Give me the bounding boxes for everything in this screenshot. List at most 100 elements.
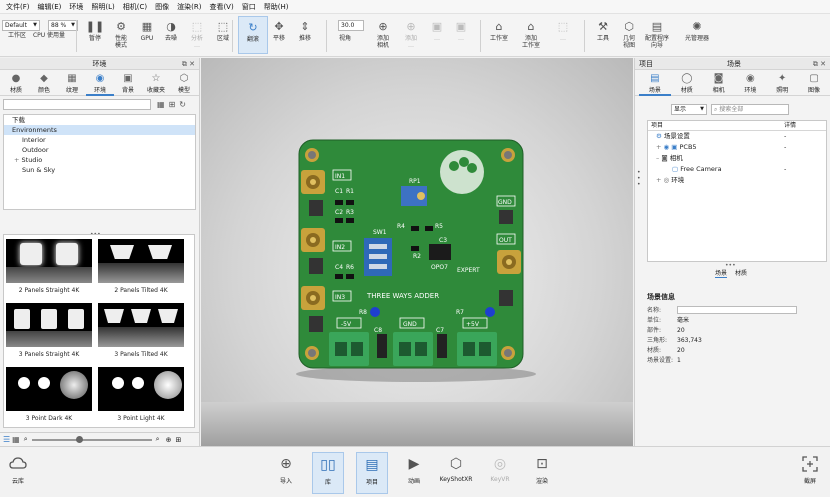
menu-item-3[interactable]: 照明(L) bbox=[87, 2, 118, 12]
bottom-button-4[interactable]: ⬡ KeyShotXR bbox=[440, 452, 473, 494]
silk-gnd: GND bbox=[403, 321, 417, 328]
thumb-3-point-dark[interactable]: 3 Point Dark 4K bbox=[6, 367, 92, 427]
toolbar-button-16[interactable]: ⌂ 工作室 bbox=[484, 16, 514, 54]
tree-row-cameras[interactable]: – ◙ 相机 bbox=[648, 153, 826, 164]
project-tab-4[interactable]: ✦ 照明 bbox=[766, 70, 798, 96]
panel-controls[interactable]: ⧉ ✕ bbox=[182, 58, 195, 70]
fov-input[interactable]: 30.0 bbox=[338, 20, 364, 31]
project-tab-1[interactable]: ◯ 材质 bbox=[671, 70, 703, 96]
tree-row-environment[interactable]: + ◎ 环境 bbox=[648, 175, 826, 186]
tree-item-interior[interactable]: Interior bbox=[4, 135, 195, 145]
info-row-scene-sets: 场景设置: 1 bbox=[647, 357, 681, 364]
panel-controls[interactable]: ⧉ ✕ bbox=[813, 58, 826, 70]
library-tab-3[interactable]: ◉ 环境 bbox=[86, 70, 114, 96]
toolbar-icon-16: ⌂ bbox=[495, 19, 503, 33]
bottom-button-2[interactable]: ▤ 项目 bbox=[356, 452, 388, 494]
silk-r6: R6 bbox=[346, 264, 354, 271]
menu-item-7[interactable]: 查看(V) bbox=[205, 2, 237, 12]
grid-icon[interactable]: ▦ bbox=[12, 435, 20, 444]
project-tab-2[interactable]: ◙ 相机 bbox=[703, 70, 735, 96]
toolbar-button-10[interactable]: ⇕ 推移 bbox=[290, 16, 320, 54]
library-tab-1[interactable]: ◆ 颜色 bbox=[30, 70, 58, 96]
tree-item-outdoor[interactable]: Outdoor bbox=[4, 145, 195, 155]
tree-item-sun-sky[interactable]: Sun & Sky bbox=[4, 165, 195, 175]
toolbar-button-18[interactable]: ⬚… bbox=[548, 16, 578, 54]
thumb-3-panels-straight[interactable]: 3 Panels Straight 4K bbox=[6, 303, 92, 363]
toolbar-button-15[interactable]: ▣… bbox=[446, 16, 476, 54]
project-tabs: ▤ 场景 ◯ 材质 ◙ 相机 ◉ 环境 ✦ 照明 ▢ 图像 bbox=[635, 70, 830, 96]
thumb-3-panels-tilted[interactable]: 3 Panels Tilted 4K bbox=[98, 303, 184, 363]
toolbar-button-22[interactable]: ✺ 光管理器 bbox=[682, 16, 712, 54]
menu-item-2[interactable]: 环境 bbox=[65, 2, 87, 12]
bottom-button-1[interactable]: ▯▯ 库 bbox=[312, 452, 344, 494]
library-tab-0[interactable]: ● 材质 bbox=[2, 70, 30, 96]
thumb-3-point-light[interactable]: 3 Point Light 4K bbox=[98, 367, 184, 427]
tree-item-studio[interactable]: + Studio bbox=[4, 155, 195, 165]
folder-icon[interactable]: ⊞ bbox=[169, 100, 176, 109]
zoom-in-icon[interactable]: ⌕ bbox=[156, 435, 160, 444]
thumbnail-size-slider[interactable] bbox=[31, 435, 152, 443]
silk-r3: R3 bbox=[346, 209, 354, 216]
toolbar-icon-19: ⚒ bbox=[598, 19, 608, 33]
toolbar-button-7[interactable]: ⬚ 区域 bbox=[208, 16, 238, 54]
toolbar-label: 几何 视图 bbox=[622, 35, 635, 49]
project-tab-3[interactable]: ◉ 环境 bbox=[734, 70, 766, 96]
tab-icon: ◙ bbox=[713, 73, 724, 84]
library-tab-2[interactable]: ▦ 纹理 bbox=[58, 70, 86, 96]
tab-label: 图像 bbox=[808, 87, 821, 94]
bottom-button-0[interactable]: ⊕ 导入 bbox=[270, 452, 302, 494]
tab-label: 场景 bbox=[648, 87, 661, 94]
tree-row-free-camera[interactable]: ▢ Free Camera - bbox=[648, 164, 826, 175]
cloud-library-button[interactable]: 云库 bbox=[2, 452, 34, 494]
tree-item-environments[interactable]: Environments bbox=[4, 125, 195, 135]
folder-sync-icon[interactable]: ⊞ bbox=[175, 436, 181, 444]
library-tab-5[interactable]: ☆ 收藏夹 bbox=[142, 70, 170, 96]
filter-select[interactable]: 显示 ▼ bbox=[671, 104, 707, 115]
subtab-scene[interactable]: 场景 bbox=[715, 268, 728, 278]
toolbar-button-21[interactable]: ▤ 配置程序 向导 bbox=[642, 16, 672, 54]
toolbar-separator bbox=[584, 20, 585, 52]
tab-icon: ▢ bbox=[809, 73, 819, 84]
menu-item-9[interactable]: 帮助(H) bbox=[260, 2, 293, 12]
menu-item-1[interactable]: 编辑(E) bbox=[34, 2, 66, 12]
download-icon[interactable]: ⊕ bbox=[166, 436, 172, 444]
list-view-icon[interactable]: ☰ bbox=[3, 435, 10, 444]
toolbar-button-20[interactable]: ⬡ 几何 视图 bbox=[614, 16, 644, 54]
grid-view-icon[interactable]: ▦ bbox=[157, 100, 165, 109]
scene-info: 场景信息 名称: 单位: 毫米 部件: 20 三角形: 363,743 材质: 20 场… bbox=[647, 292, 827, 366]
zoom-out-icon[interactable]: ⌕ bbox=[24, 435, 28, 444]
silk-c4: C4 bbox=[335, 264, 343, 271]
scene-name-input[interactable] bbox=[677, 306, 797, 314]
toolbar-button-12[interactable]: ⊕ 添加 相机 bbox=[368, 16, 398, 54]
library-search-input[interactable] bbox=[3, 98, 151, 110]
screenshot-button[interactable]: 截屏 bbox=[794, 452, 826, 494]
menu-item-8[interactable]: 窗口 bbox=[238, 2, 260, 12]
project-tab-5[interactable]: ▢ 图像 bbox=[798, 70, 830, 96]
toolbar-icon-21: ▤ bbox=[651, 19, 663, 33]
bottom-button-5[interactable]: ◎ KeyVR bbox=[484, 452, 516, 494]
render-viewport[interactable]: IN1 C1 R1 C2 R3 IN2 C4 R6 IN3 RP1 SW1 R4… bbox=[201, 58, 633, 446]
side-handle[interactable]: • • • bbox=[637, 170, 641, 188]
tree-row-pcb5[interactable]: + ◉ ▣ PCB5 - bbox=[648, 142, 826, 153]
bottom-button-6[interactable]: ⊡ 渲染 bbox=[526, 452, 558, 494]
tree-row-scene-settings[interactable]: ⚙ 场景设置 - bbox=[648, 131, 826, 142]
toolbar-label: 光管理器 bbox=[684, 35, 709, 42]
menu-item-6[interactable]: 渲染(R) bbox=[173, 2, 205, 12]
menu-item-4[interactable]: 相机(C) bbox=[119, 2, 151, 12]
project-tab-0[interactable]: ▤ 场景 bbox=[639, 70, 671, 96]
library-tab-4[interactable]: ▣ 背景 bbox=[114, 70, 142, 96]
toolbar-button-17[interactable]: ⌂ 添加 工作室 bbox=[516, 16, 546, 54]
refresh-icon[interactable]: ↻ bbox=[179, 100, 186, 109]
thumb-2-panels-straight[interactable]: 2 Panels Straight 4K bbox=[6, 239, 92, 299]
toolbar-separator bbox=[232, 20, 233, 52]
tree-item-downloads[interactable]: 下载 bbox=[4, 115, 195, 125]
scene-search-input[interactable]: ⌕ 搜索全部 bbox=[711, 104, 789, 115]
library-tab-6[interactable]: ⬡ 模型 bbox=[170, 70, 198, 96]
menu-item-0[interactable]: 文件(F) bbox=[2, 2, 34, 12]
bottom-button-3[interactable]: ▶ 动画 bbox=[398, 452, 430, 494]
toolbar-label: 性能 模式 bbox=[114, 35, 127, 49]
menu-item-5[interactable]: 图像 bbox=[151, 2, 173, 12]
subtab-materials[interactable]: 材质 bbox=[735, 268, 747, 278]
scene-tree-header: 项目 详情 bbox=[648, 121, 826, 131]
thumb-2-panels-tilted[interactable]: 2 Panels Tilted 4K bbox=[98, 239, 184, 299]
